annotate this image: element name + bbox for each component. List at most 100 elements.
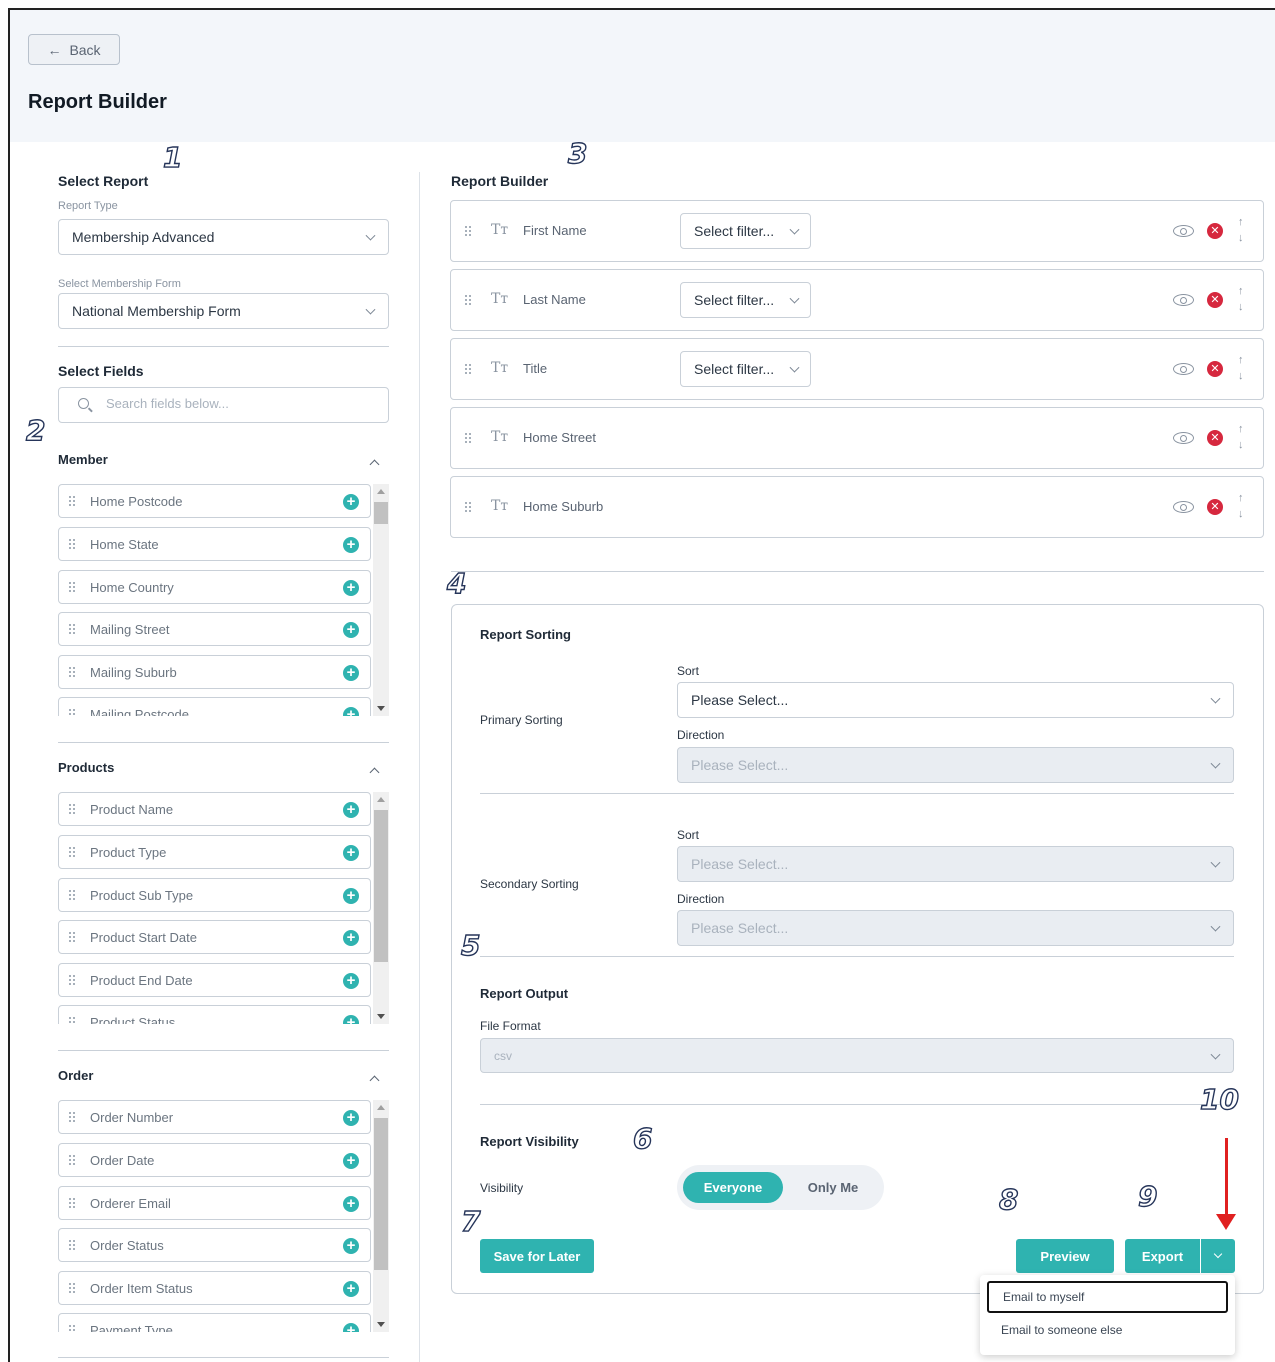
primary-sort-select[interactable]: Please Select... [677, 682, 1234, 718]
scroll-thumb[interactable] [374, 502, 388, 524]
builder-row[interactable]: Tт Home Suburb ✕ ↑ ↓ [450, 476, 1264, 538]
secondary-sort-select[interactable]: Please Select... [677, 846, 1234, 882]
chevron-up-icon[interactable] [369, 767, 380, 778]
scroll-up-icon[interactable] [377, 489, 385, 494]
eye-icon[interactable] [1173, 501, 1194, 513]
scroll-down-icon[interactable] [377, 1014, 385, 1019]
eye-icon[interactable] [1173, 363, 1194, 375]
back-button[interactable]: ← Back [28, 34, 120, 65]
scroll-up-icon[interactable] [377, 1105, 385, 1110]
field-item[interactable]: Product Start Date + [58, 920, 371, 954]
add-icon[interactable]: + [343, 802, 359, 818]
remove-icon[interactable]: ✕ [1207, 292, 1223, 308]
scroll-thumb[interactable] [374, 810, 388, 962]
drag-handle-icon[interactable] [68, 581, 76, 593]
eye-icon[interactable] [1173, 432, 1194, 444]
drag-handle-icon[interactable] [464, 432, 472, 444]
reorder-icon[interactable]: ↑ ↓ [1238, 490, 1244, 522]
drag-handle-icon[interactable] [68, 708, 76, 716]
visibility-toggle[interactable]: Everyone Only Me [677, 1165, 884, 1210]
field-item[interactable]: Home Postcode + [58, 484, 371, 518]
field-item[interactable]: Product End Date + [58, 963, 371, 997]
scrollbar[interactable] [373, 1100, 389, 1332]
scroll-down-icon[interactable] [377, 1322, 385, 1327]
report-type-select[interactable]: Membership Advanced [58, 219, 389, 255]
visibility-option-only-me[interactable]: Only Me [789, 1172, 877, 1203]
menu-item-email-myself[interactable]: Email to myself [987, 1281, 1228, 1313]
reorder-icon[interactable]: ↑ ↓ [1238, 421, 1244, 453]
reorder-icon[interactable]: ↑ ↓ [1238, 283, 1244, 315]
visibility-option-everyone[interactable]: Everyone [683, 1172, 783, 1203]
drag-handle-icon[interactable] [68, 1282, 76, 1294]
add-icon[interactable]: + [343, 1015, 359, 1024]
add-icon[interactable]: + [343, 888, 359, 904]
save-for-later-button[interactable]: Save for Later [480, 1239, 594, 1273]
drag-handle-icon[interactable] [68, 666, 76, 678]
drag-handle-icon[interactable] [464, 294, 472, 306]
preview-button[interactable]: Preview [1016, 1239, 1114, 1273]
add-icon[interactable]: + [343, 622, 359, 638]
membership-form-select[interactable]: National Membership Form [58, 293, 389, 329]
drag-handle-icon[interactable] [68, 538, 76, 550]
field-item[interactable]: Mailing Postcode + [58, 697, 371, 716]
field-item[interactable]: Product Status + [58, 1005, 371, 1024]
field-item[interactable]: Payment Type + [58, 1313, 371, 1332]
scroll-thumb[interactable] [374, 1118, 388, 1270]
add-icon[interactable]: + [343, 930, 359, 946]
remove-icon[interactable]: ✕ [1207, 499, 1223, 515]
drag-handle-icon[interactable] [68, 1239, 76, 1251]
add-icon[interactable]: + [343, 537, 359, 553]
field-search[interactable] [58, 387, 389, 423]
builder-row[interactable]: Tт Title Select filter... ✕ ↑ ↓ [450, 338, 1264, 400]
scrollbar[interactable] [373, 484, 389, 716]
filter-select[interactable]: Select filter... [680, 282, 811, 318]
drag-handle-icon[interactable] [68, 1016, 76, 1024]
add-icon[interactable]: + [343, 1281, 359, 1297]
chevron-up-icon[interactable] [369, 459, 380, 470]
add-icon[interactable]: + [343, 1323, 359, 1332]
remove-icon[interactable]: ✕ [1207, 361, 1223, 377]
add-icon[interactable]: + [343, 1238, 359, 1254]
eye-icon[interactable] [1173, 225, 1194, 237]
drag-handle-icon[interactable] [68, 1197, 76, 1209]
reorder-icon[interactable]: ↑ ↓ [1238, 214, 1244, 246]
drag-handle-icon[interactable] [68, 1111, 76, 1123]
chevron-up-icon[interactable] [369, 1075, 380, 1086]
reorder-icon[interactable]: ↑ ↓ [1238, 352, 1244, 384]
add-icon[interactable]: + [343, 845, 359, 861]
primary-direction-select[interactable]: Please Select... [677, 747, 1234, 783]
drag-handle-icon[interactable] [464, 225, 472, 237]
eye-icon[interactable] [1173, 294, 1194, 306]
field-item[interactable]: Home State + [58, 527, 371, 561]
export-dropdown-toggle[interactable] [1200, 1239, 1235, 1273]
drag-handle-icon[interactable] [68, 846, 76, 858]
secondary-direction-select[interactable]: Please Select... [677, 910, 1234, 946]
scroll-down-icon[interactable] [377, 706, 385, 711]
add-icon[interactable]: + [343, 973, 359, 989]
field-item[interactable]: Order Number + [58, 1100, 371, 1134]
scroll-up-icon[interactable] [377, 797, 385, 802]
add-icon[interactable]: + [343, 580, 359, 596]
search-input[interactable] [106, 396, 376, 411]
field-item[interactable]: Order Date + [58, 1143, 371, 1177]
add-icon[interactable]: + [343, 1153, 359, 1169]
add-icon[interactable]: + [343, 665, 359, 681]
menu-item-email-someone-else[interactable]: Email to someone else [987, 1314, 1228, 1346]
add-icon[interactable]: + [343, 1110, 359, 1126]
drag-handle-icon[interactable] [68, 495, 76, 507]
drag-handle-icon[interactable] [68, 803, 76, 815]
field-item[interactable]: Order Item Status + [58, 1271, 371, 1305]
builder-row[interactable]: Tт Last Name Select filter... ✕ ↑ ↓ [450, 269, 1264, 331]
export-button[interactable]: Export [1125, 1239, 1200, 1273]
field-item[interactable]: Mailing Street + [58, 612, 371, 646]
drag-handle-icon[interactable] [68, 1154, 76, 1166]
file-format-select[interactable]: csv [480, 1038, 1234, 1073]
drag-handle-icon[interactable] [464, 363, 472, 375]
filter-select[interactable]: Select filter... [680, 351, 811, 387]
add-icon[interactable]: + [343, 707, 359, 716]
add-icon[interactable]: + [343, 494, 359, 510]
field-item[interactable]: Orderer Email + [58, 1186, 371, 1220]
drag-handle-icon[interactable] [68, 1324, 76, 1332]
remove-icon[interactable]: ✕ [1207, 430, 1223, 446]
scrollbar[interactable] [373, 792, 389, 1024]
